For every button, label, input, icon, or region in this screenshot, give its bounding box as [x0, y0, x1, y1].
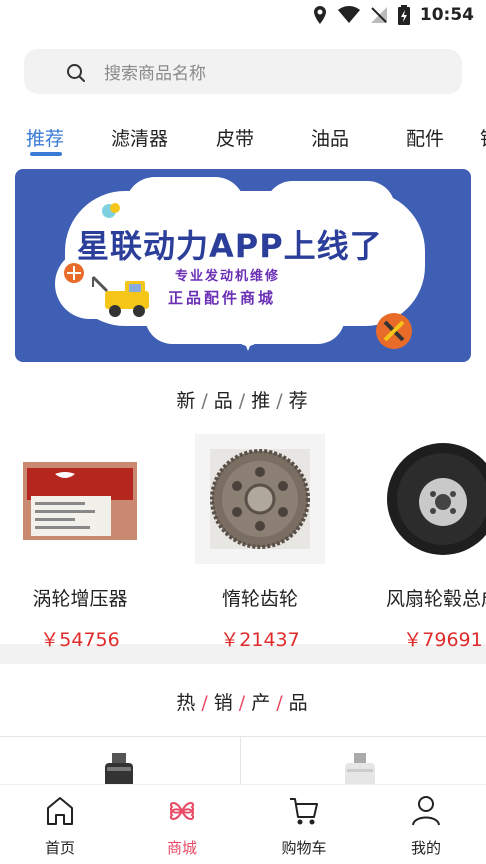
tab-oils[interactable]: 油品: [311, 124, 349, 151]
tab-filters[interactable]: 滤清器: [111, 124, 168, 151]
product-card[interactable]: 风扇轮毂总成 ￥79691: [358, 434, 486, 652]
section-title-new: 新 / 品 / 推 / 荐: [0, 386, 486, 413]
product-price: ￥79691: [403, 629, 483, 651]
product-name: 惰轮齿轮: [221, 588, 298, 610]
title-separator: /: [238, 390, 248, 412]
cart-icon: [290, 798, 318, 825]
product-card[interactable]: 惰轮齿轮 ￥21437: [175, 434, 345, 652]
signal-off-icon: [370, 7, 387, 23]
title-separator: /: [201, 390, 210, 412]
product-image-turbo: [15, 434, 145, 564]
tab-active-indicator: [30, 152, 62, 156]
location-icon: [313, 6, 326, 24]
tabbar-label: 我的: [410, 839, 441, 857]
title-separator: /: [276, 692, 285, 714]
tabbar-mall[interactable]: 商城: [132, 795, 232, 858]
tabbar-home[interactable]: 首页: [10, 795, 110, 858]
home-icon: [47, 797, 73, 825]
turbo-box-image: [23, 462, 137, 540]
title-separator: /: [276, 390, 285, 412]
title-char: 销: [213, 692, 235, 714]
title-char: 荐: [288, 390, 310, 412]
tabbar-label: 商城: [166, 839, 197, 857]
bottom-tab-bar: 首页 商城 购物车 我的: [0, 784, 486, 864]
banner-container: 星联动力APP上线了 专业发动机维修 正品配件商城: [0, 159, 486, 362]
product-card[interactable]: 涡轮增压器 ￥54756: [0, 434, 165, 652]
hot-products-section: 热 / 销 / 产 / 品: [0, 664, 486, 797]
crosshair-icon: [64, 263, 84, 283]
tab-belts[interactable]: 皮带: [216, 124, 254, 151]
status-bar: 10:54: [0, 0, 486, 34]
title-char: 品: [213, 390, 235, 412]
wifi-icon: [337, 6, 360, 23]
title-char: 品: [288, 692, 310, 714]
user-icon: [412, 796, 440, 826]
tabbar-label: 购物车: [281, 839, 327, 857]
tab-recommend[interactable]: 推荐: [26, 124, 64, 151]
tabbar-cart[interactable]: 购物车: [254, 795, 354, 858]
product-image-gear: [195, 434, 325, 564]
product-image-fan-hub: [378, 434, 486, 564]
tools-icon: [376, 313, 412, 349]
title-char: 新: [176, 390, 198, 412]
new-products-section: 新 / 品 / 推 / 荐 涡轮增压器 ￥54756 惰轮齿轮 ￥21437 风…: [0, 362, 486, 651]
tab-more[interactable]: 铝: [480, 124, 486, 151]
tabbar-label: 首页: [44, 839, 75, 857]
banner-tagline: 正品配件商城: [168, 289, 277, 307]
section-title-hot: 热 / 销 / 产 / 品: [0, 688, 486, 715]
tow-truck-icon: [91, 275, 149, 317]
search-placeholder: 搜索商品名称: [104, 64, 206, 84]
battery-icon: [397, 5, 410, 25]
product-price: ￥54756: [40, 629, 120, 651]
promo-banner[interactable]: 星联动力APP上线了 专业发动机维修 正品配件商城: [15, 169, 471, 362]
search-input[interactable]: 搜索商品名称: [24, 49, 462, 94]
status-time: 10:54: [419, 5, 474, 25]
product-name: 风扇轮毂总成: [385, 588, 486, 610]
category-tabs: 推荐 滤清器 皮带 油品 配件 铝: [0, 120, 486, 160]
search-icon: [67, 64, 85, 82]
mall-icon: [170, 802, 194, 820]
product-price: ￥21437: [220, 629, 300, 651]
sparkle-icon: [241, 337, 255, 351]
tabbar-profile[interactable]: 我的: [376, 795, 476, 858]
title-char: 产: [251, 692, 273, 714]
title-separator: /: [201, 692, 210, 714]
fan-hub-image: [387, 443, 486, 555]
banner-subtitle: 专业发动机维修: [175, 269, 281, 284]
title-char: 推: [251, 390, 273, 412]
bulb-icon: [102, 203, 120, 218]
header: 搜索商品名称 推荐 滤清器 皮带 油品 配件 铝: [0, 34, 486, 159]
product-name: 涡轮增压器: [32, 588, 128, 610]
banner-title: 星联动力APP上线了: [77, 227, 383, 265]
title-char: 热: [176, 692, 198, 714]
title-separator: /: [238, 692, 248, 714]
tab-parts[interactable]: 配件: [406, 124, 444, 151]
gear-image: [195, 434, 325, 564]
